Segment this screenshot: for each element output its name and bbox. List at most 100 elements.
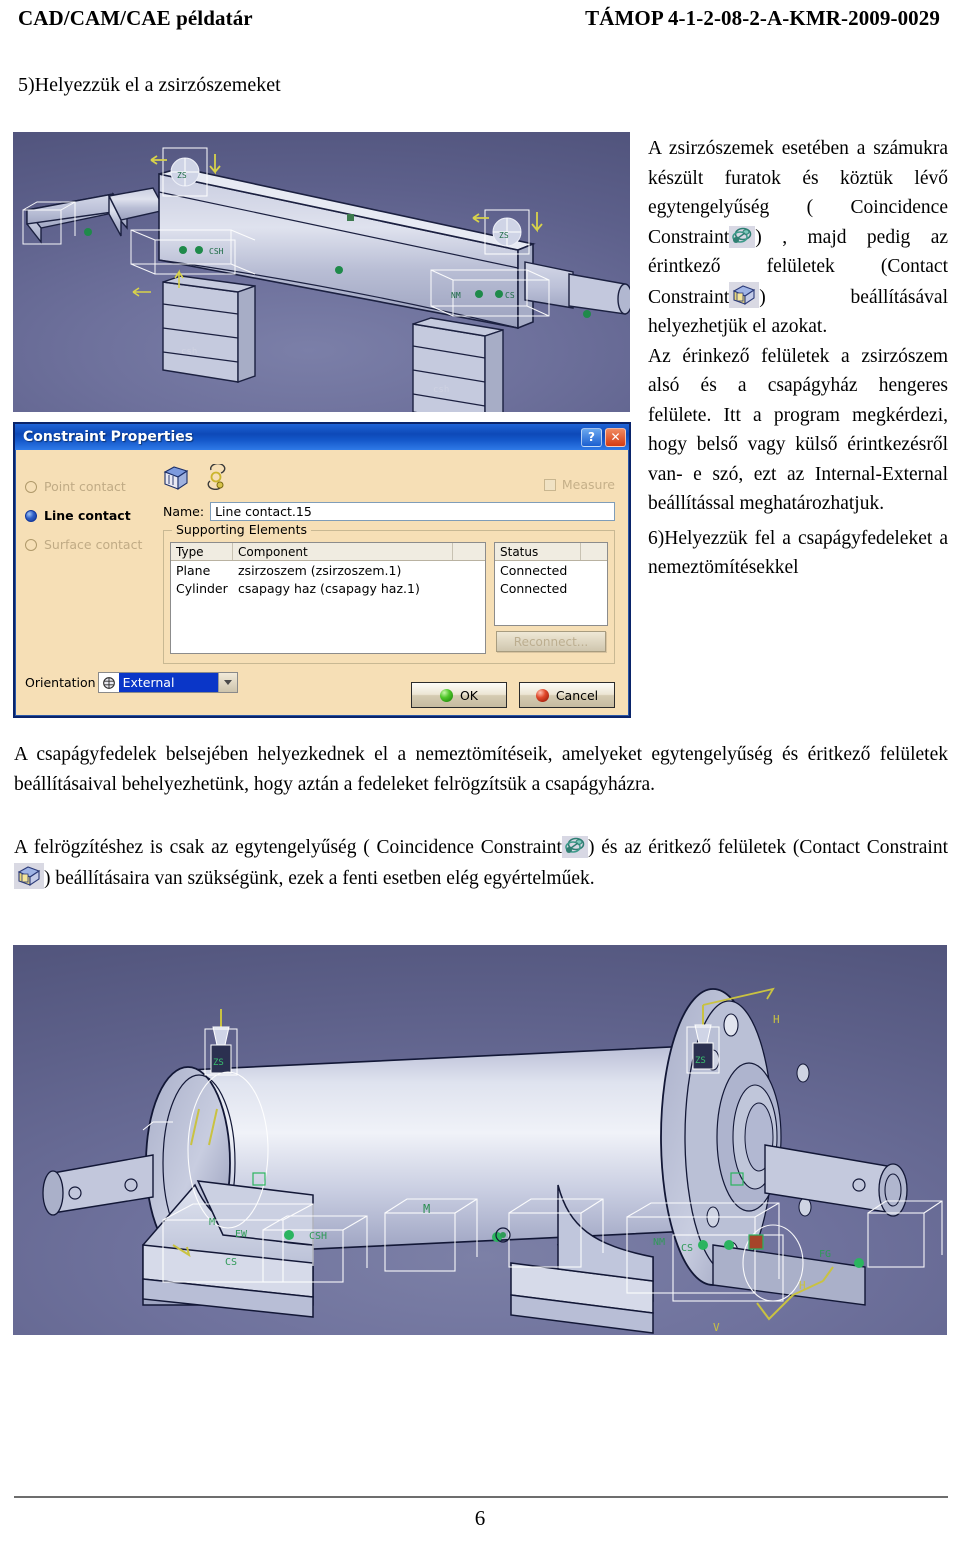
svg-text:ZS: ZS: [695, 1056, 706, 1066]
svg-text:CSH: CSH: [309, 1231, 327, 1242]
name-label: Name:: [163, 504, 205, 519]
cell-type: Plane: [176, 562, 211, 578]
orientation-selected-value[interactable]: External: [118, 673, 218, 692]
supporting-elements-caption: Supporting Elements: [172, 522, 311, 537]
svg-text:V: V: [713, 1321, 720, 1334]
paragraph-csapagyfedelek: A csapágyfedelek belsejében helyezkednek…: [14, 740, 948, 800]
ok-button-label: OK: [459, 687, 479, 703]
orientation-dropdown[interactable]: External: [97, 672, 238, 693]
constraint-properties-dialog[interactable]: Constraint Properties ? ✕ Point contact …: [13, 422, 631, 718]
radio-indicator-line[interactable]: [25, 509, 37, 522]
cell-component: zsirzoszem (zsirzoszem.1): [238, 562, 402, 578]
cancel-button[interactable]: Cancel: [519, 682, 615, 708]
felrogzites-run-2: ) és az éritkező felületek (Contact Cons…: [587, 837, 948, 858]
column-header-status-spacer: [581, 543, 607, 560]
orientation-rotation-icon: [203, 464, 229, 492]
ok-button[interactable]: OK: [411, 682, 507, 708]
status-header-row: Status: [495, 543, 607, 561]
table-row[interactable]: Cylinder csapagy haz (csapagy haz.1): [171, 579, 485, 597]
radio-indicator-surface[interactable]: [25, 538, 37, 551]
cancel-button-label: Cancel: [555, 687, 599, 703]
name-input[interactable]: Line contact.15: [210, 502, 615, 521]
measure-checkbox[interactable]: [543, 478, 556, 491]
ok-led-icon: [439, 688, 453, 702]
dialog-icon-row: [163, 464, 229, 492]
cancel-led-icon: [535, 688, 549, 702]
radio-label-surface: Surface contact: [44, 537, 143, 552]
cell-component: csapagy haz (csapagy haz.1): [238, 580, 420, 596]
svg-text:ZS: ZS: [177, 171, 187, 180]
orientation-row[interactable]: Orientation External: [25, 672, 238, 693]
dialog-title-buttons: ? ✕: [581, 427, 626, 447]
paragraph-csapagyfedelek-text: A csapágyfedelek belsejében helyezkednek…: [14, 744, 948, 795]
cad-viewport-bottom: ZS ZS H M EW CSH NM CS FG CS M H V: [13, 945, 947, 1335]
dialog-button-row: OK Cancel: [411, 682, 615, 708]
svg-text:csh: csh: [181, 347, 197, 357]
table-row[interactable]: Plane zsirzoszem (zsirzoszem.1): [171, 561, 485, 579]
page-header: CAD/CAM/CAE példatár TÁMOP 4-1-2-08-2-A-…: [0, 6, 960, 40]
svg-text:M: M: [209, 1217, 215, 1228]
cad-viewport-top: ZS ZS CSH NM CS csh csh: [13, 132, 630, 412]
cell-status: Connected: [500, 580, 568, 596]
status-table[interactable]: Status Connected Connected: [494, 542, 608, 626]
radio-surface-contact[interactable]: Surface contact: [25, 530, 155, 559]
status-row: Connected: [495, 579, 607, 597]
radio-indicator-point[interactable]: [25, 480, 37, 493]
text-run-3: ): [755, 226, 762, 248]
orientation-value-icon: [98, 673, 119, 692]
contact-constraint-icon: [729, 281, 760, 308]
felrogzites-run-1: A felrögzítéshez is csak az egytengelyűs…: [14, 837, 562, 858]
svg-text:EW: EW: [235, 1229, 248, 1240]
supporting-elements-table[interactable]: Type Component Plane zsirzoszem (zsirzos…: [170, 542, 486, 654]
paragraph-zsirzoszemek: A zsirzószemek esetében a számukra készü…: [648, 134, 948, 342]
contact-type-cube-icon: [163, 464, 189, 492]
felrogzites-run-3: ) beállításaira van szükségünk, ezek a f…: [44, 868, 595, 889]
cell-type: Cylinder: [176, 580, 228, 596]
help-button[interactable]: ?: [581, 427, 602, 447]
header-left-title: CAD/CAM/CAE példatár: [18, 6, 253, 30]
radio-line-contact[interactable]: Line contact: [25, 501, 155, 530]
coincidence-constraint-icon: [729, 225, 756, 248]
radio-label-point: Point contact: [44, 479, 126, 494]
paragraph-felrogzites-text: A felrögzítéshez is csak az egytengelyűs…: [14, 833, 948, 894]
footer-divider: [14, 1496, 948, 1498]
radio-point-contact[interactable]: Point contact: [25, 472, 155, 501]
text-run-5: ): [759, 286, 766, 308]
chevron-down-icon[interactable]: [217, 673, 237, 692]
page-number: 6: [474, 1506, 486, 1530]
svg-text:NM: NM: [451, 291, 461, 300]
document-page: CAD/CAM/CAE példatár TÁMOP 4-1-2-08-2-A-…: [0, 0, 960, 1561]
svg-text:H: H: [773, 1013, 780, 1026]
measure-label: Measure: [561, 477, 615, 492]
table-header-row: Type Component: [171, 543, 485, 561]
section-title-step5: 5)Helyezzük el a zsirzószemeket: [18, 74, 281, 96]
status-row: Connected: [495, 561, 607, 579]
paragraph-erinkezo-feluletek: Az érinkező felületek a zsirzószem alsó …: [648, 345, 948, 515]
close-icon[interactable]: ✕: [605, 427, 626, 447]
dialog-title-text: Constraint Properties: [23, 429, 194, 445]
radio-label-line: Line contact: [44, 508, 131, 523]
reconnect-button[interactable]: Reconnect...: [496, 631, 606, 652]
cell-status: Connected: [500, 562, 568, 578]
dialog-titlebar[interactable]: Constraint Properties ? ✕: [15, 424, 629, 450]
coincidence-constraint-icon: [561, 836, 588, 858]
column-header-type[interactable]: Type: [171, 543, 233, 560]
cad-bearing-housing-drawing: ZS ZS H MEW CSHNM CSFG CS M HV: [42, 987, 943, 1334]
svg-text:CSH: CSH: [209, 247, 224, 256]
constraint-name-row[interactable]: Name: Line contact.15: [163, 502, 615, 521]
svg-text:CS: CS: [225, 1257, 237, 1268]
svg-text:ZS: ZS: [213, 1058, 224, 1068]
svg-text:NM: NM: [653, 1237, 665, 1248]
right-text-column: A zsirzószemek esetében a számukra készü…: [648, 134, 948, 583]
contact-constraint-icon: [14, 863, 44, 889]
contact-type-radio-group[interactable]: Point contact Line contact Surface conta…: [25, 472, 155, 559]
cad-shaft-assembly-drawing: ZS ZS CSHNM CS cshcsh: [22, 147, 630, 412]
column-header-component[interactable]: Component: [233, 543, 453, 560]
column-header-spacer: [453, 543, 485, 560]
paragraph-step6-heading: 6)Helyezzük fel a csapágyfedeleket a nem…: [648, 527, 948, 579]
column-header-status[interactable]: Status: [495, 543, 581, 560]
svg-text:csh: csh: [433, 385, 449, 395]
svg-text:CS: CS: [505, 291, 515, 300]
svg-text:M: M: [423, 1202, 430, 1216]
measure-checkbox-row[interactable]: Measure: [543, 477, 615, 492]
